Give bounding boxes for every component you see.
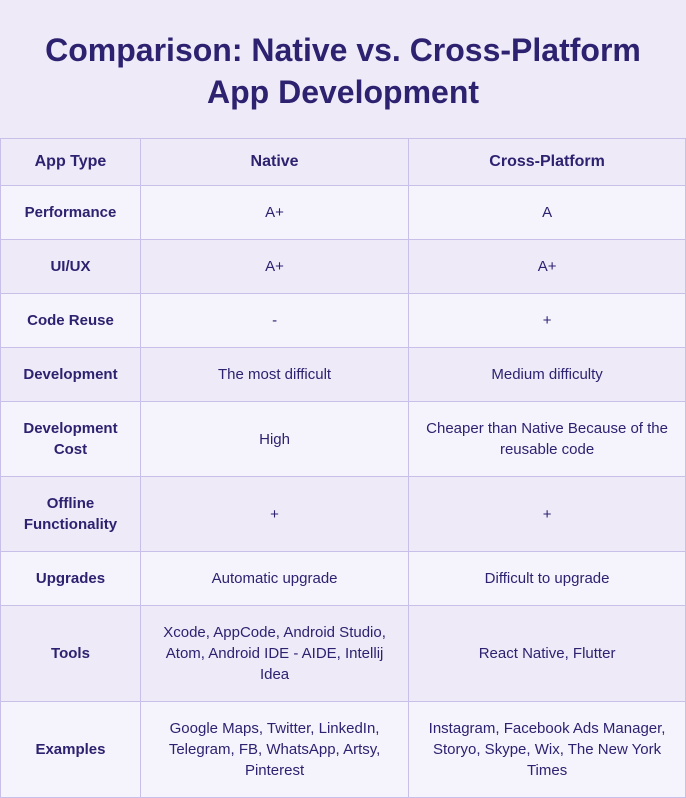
- cell-native: High: [140, 402, 408, 477]
- cell-native: A+: [140, 240, 408, 294]
- cell-feature: Examples: [1, 702, 141, 798]
- cell-native: Xcode, AppCode, Android Studio, Atom, An…: [140, 606, 408, 702]
- cell-crossplatform: Medium difficulty: [409, 348, 686, 402]
- col-header-crossplatform: Cross-Platform: [409, 139, 686, 186]
- cell-native: Google Maps, Twitter, LinkedIn, Telegram…: [140, 702, 408, 798]
- cell-feature: Development: [1, 348, 141, 402]
- cell-crossplatform: A+: [409, 240, 686, 294]
- cell-crossplatform: +: [409, 477, 686, 552]
- cell-crossplatform: A: [409, 186, 686, 240]
- comparison-table-container: App Type Native Cross-Platform Performan…: [0, 138, 686, 798]
- header-row: App Type Native Cross-Platform: [1, 139, 686, 186]
- cell-crossplatform: +: [409, 294, 686, 348]
- comparison-table: App Type Native Cross-Platform Performan…: [0, 138, 686, 798]
- table-row: PerformanceA+A: [1, 186, 686, 240]
- cell-native: The most difficult: [140, 348, 408, 402]
- cell-crossplatform: Cheaper than Native Because of the reusa…: [409, 402, 686, 477]
- cell-native: -: [140, 294, 408, 348]
- page-title: Comparison: Native vs. Cross-Platform Ap…: [40, 30, 646, 113]
- table-row: UpgradesAutomatic upgradeDifficult to up…: [1, 552, 686, 606]
- cell-feature: Tools: [1, 606, 141, 702]
- table-row: ExamplesGoogle Maps, Twitter, LinkedIn, …: [1, 702, 686, 798]
- cell-feature: UI/UX: [1, 240, 141, 294]
- cell-crossplatform: Difficult to upgrade: [409, 552, 686, 606]
- table-row: Code Reuse-+: [1, 294, 686, 348]
- col-header-feature: App Type: [1, 139, 141, 186]
- cell-native: +: [140, 477, 408, 552]
- table-body: PerformanceA+AUI/UXA+A+Code Reuse-+Devel…: [1, 186, 686, 798]
- cell-native: Automatic upgrade: [140, 552, 408, 606]
- table-header: App Type Native Cross-Platform: [1, 139, 686, 186]
- col-header-native: Native: [140, 139, 408, 186]
- table-row: DevelopmentThe most difficultMedium diff…: [1, 348, 686, 402]
- cell-crossplatform: Instagram, Facebook Ads Manager, Storyo,…: [409, 702, 686, 798]
- cell-crossplatform: React Native, Flutter: [409, 606, 686, 702]
- cell-feature: Code Reuse: [1, 294, 141, 348]
- table-row: Offline Functionality++: [1, 477, 686, 552]
- cell-feature: Upgrades: [1, 552, 141, 606]
- cell-feature: Development Cost: [1, 402, 141, 477]
- cell-native: A+: [140, 186, 408, 240]
- cell-feature: Performance: [1, 186, 141, 240]
- table-row: ToolsXcode, AppCode, Android Studio, Ato…: [1, 606, 686, 702]
- table-row: UI/UXA+A+: [1, 240, 686, 294]
- page-header: Comparison: Native vs. Cross-Platform Ap…: [0, 0, 686, 138]
- cell-feature: Offline Functionality: [1, 477, 141, 552]
- table-row: Development CostHighCheaper than Native …: [1, 402, 686, 477]
